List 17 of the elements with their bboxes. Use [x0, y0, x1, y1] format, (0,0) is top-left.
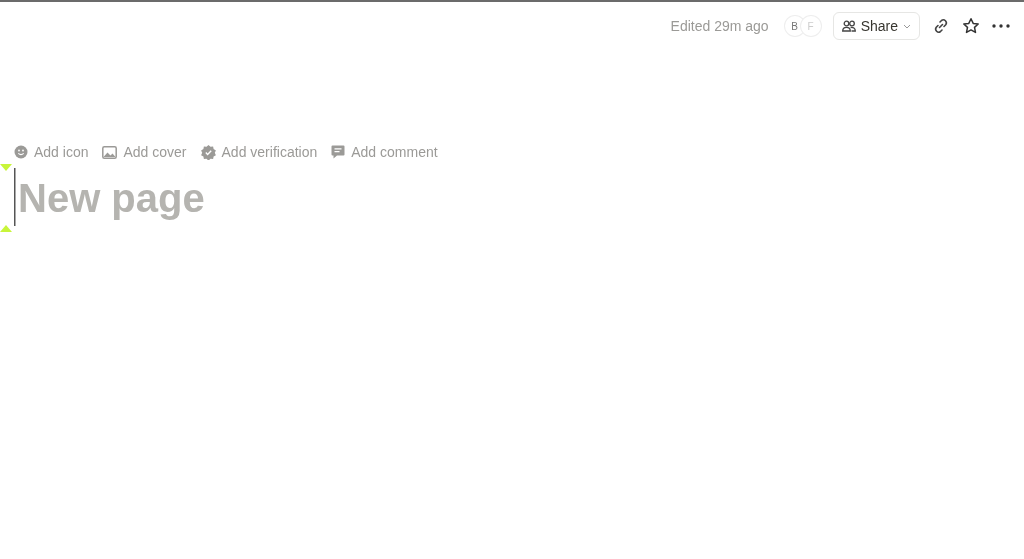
title-field[interactable]: New page	[16, 175, 416, 221]
image-icon	[102, 145, 118, 159]
share-button[interactable]: Share	[832, 12, 920, 40]
star-icon[interactable]	[962, 17, 980, 35]
comment-icon	[331, 145, 346, 159]
add-icon-button[interactable]: Add icon	[14, 142, 89, 162]
more-icon[interactable]	[992, 24, 1010, 28]
caret-icon	[903, 23, 911, 29]
smiley-icon	[14, 145, 28, 159]
people-icon	[841, 20, 856, 32]
add-verification-button[interactable]: Add verification	[200, 142, 318, 162]
edited-time: Edited 29m ago	[670, 18, 769, 34]
add-cover-button[interactable]: Add cover	[102, 142, 187, 162]
add-comment-button[interactable]: Add comment	[331, 142, 438, 162]
link-icon[interactable]	[932, 17, 950, 35]
text-cursor-drawing	[0, 162, 16, 234]
verified-badge-icon	[200, 144, 216, 160]
